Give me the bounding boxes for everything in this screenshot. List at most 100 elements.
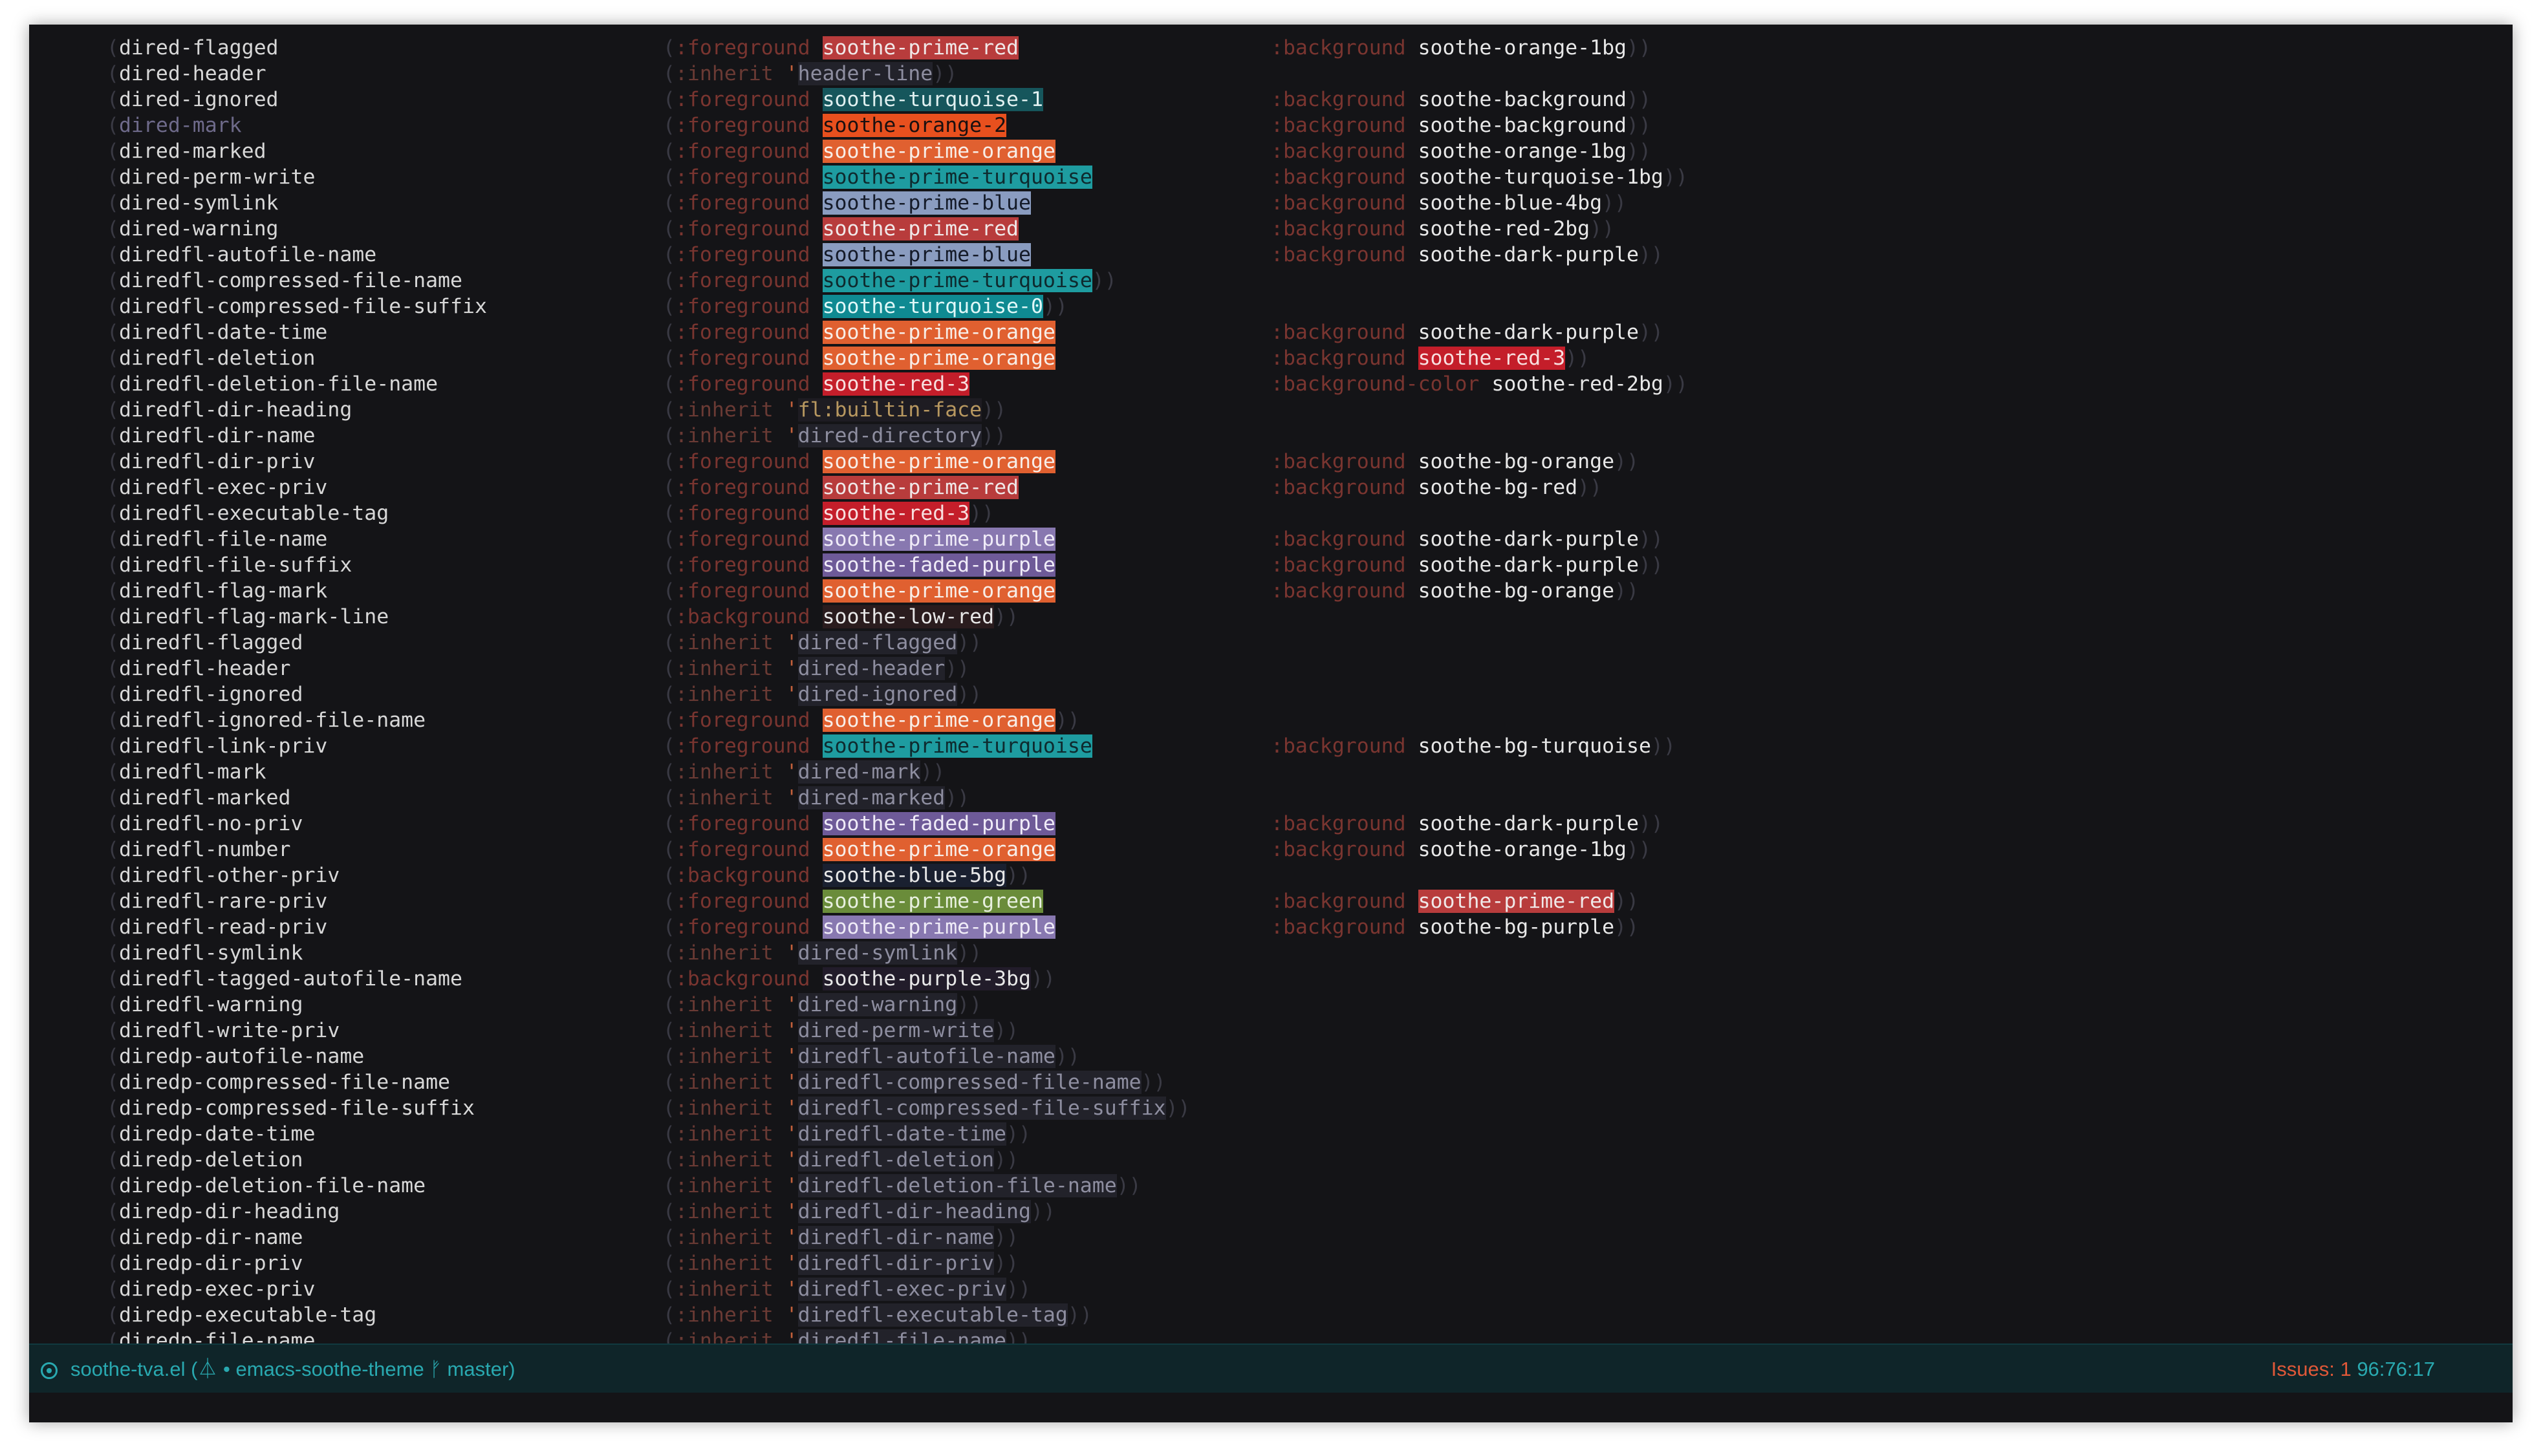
paren: )) bbox=[1055, 709, 1080, 732]
face-value: soothe-prime-orange bbox=[822, 579, 1055, 603]
paren: ( bbox=[663, 631, 675, 654]
paren: ( bbox=[663, 140, 675, 163]
paren: )) bbox=[945, 786, 970, 809]
paren: ( bbox=[663, 1200, 675, 1223]
face-keyword: :inherit bbox=[675, 1019, 774, 1042]
paren: ( bbox=[663, 553, 675, 577]
face-keyword: :foreground bbox=[675, 372, 810, 396]
paren: )) bbox=[1627, 838, 1651, 861]
paren: ( bbox=[107, 1278, 119, 1301]
face-bg-value: soothe-dark-purple bbox=[1418, 243, 1639, 266]
face-attr-cell: (:inherit 'fl:builtin-face)) bbox=[663, 397, 1006, 423]
paren: ( bbox=[663, 683, 675, 706]
face-value: soothe-prime-orange bbox=[822, 838, 1055, 861]
paren: )) bbox=[1590, 217, 1615, 241]
quote-mark: ' bbox=[785, 1278, 798, 1301]
quote-mark: ' bbox=[785, 657, 798, 680]
minibuffer[interactable] bbox=[29, 1393, 2513, 1422]
face-name-cell: (dired-warning bbox=[107, 216, 279, 242]
paren: ( bbox=[107, 243, 119, 266]
modeline-branch[interactable]: master) bbox=[442, 1358, 515, 1380]
face-name-cell: (diredp-deletion bbox=[107, 1147, 303, 1173]
quote-mark: ' bbox=[785, 631, 798, 654]
paren: ( bbox=[663, 709, 675, 732]
face-keyword: :foreground bbox=[675, 812, 810, 835]
face-value: dired-symlink bbox=[797, 941, 958, 965]
face-value: soothe-prime-turquoise bbox=[822, 734, 1092, 758]
face-bg-cell: :background soothe-bg-turquoise)) bbox=[1271, 733, 1676, 759]
face-name-cell: (diredp-executable-tag bbox=[107, 1302, 376, 1328]
modeline-issues[interactable]: Issues: 1 bbox=[2271, 1358, 2352, 1380]
face-bg-cell: :background soothe-orange-1bg)) bbox=[1271, 35, 1651, 61]
face-value: soothe-purple-3bg bbox=[822, 967, 1031, 990]
paren: ( bbox=[663, 1226, 675, 1249]
face-attr-cell: (:foreground soothe-prime-blue bbox=[663, 242, 1031, 268]
paren: ( bbox=[107, 114, 119, 137]
face-name: diredfl-deletion bbox=[118, 347, 316, 370]
face-value: soothe-red-3 bbox=[822, 372, 970, 396]
face-bg-cell: :background soothe-orange-1bg)) bbox=[1271, 138, 1651, 164]
face-name-cell: (diredfl-compressed-file-suffix bbox=[107, 294, 487, 319]
modeline-position: 96:76:17 bbox=[2351, 1358, 2435, 1380]
editor-buffer[interactable]: (dired-flagged (:foreground soothe-prime-… bbox=[29, 25, 2513, 1344]
modeline-project[interactable]: • emacs-soothe-theme bbox=[217, 1358, 429, 1380]
paren: ( bbox=[663, 1122, 675, 1146]
face-keyword: :background bbox=[1271, 890, 1406, 913]
quote-mark: ' bbox=[785, 1097, 798, 1120]
paren: ( bbox=[107, 993, 119, 1016]
face-value: dired-perm-write bbox=[797, 1019, 995, 1042]
paren: ( bbox=[663, 890, 675, 913]
paren: )) bbox=[1165, 1097, 1191, 1120]
face-value: soothe-prime-orange bbox=[822, 140, 1055, 163]
face-bg-cell: :background soothe-prime-red)) bbox=[1271, 888, 1639, 914]
paren: )) bbox=[1638, 528, 1663, 551]
face-name: diredfl-dir-priv bbox=[118, 450, 316, 473]
paren: ( bbox=[663, 372, 675, 396]
paren: )) bbox=[1602, 191, 1627, 215]
paren: )) bbox=[1092, 269, 1117, 292]
face-keyword: :inherit bbox=[675, 1200, 774, 1223]
paren: )) bbox=[945, 657, 970, 680]
face-bg-value: soothe-dark-purple bbox=[1418, 528, 1639, 551]
face-keyword: :inherit bbox=[675, 1252, 774, 1275]
face-value: diredfl-date-time bbox=[797, 1122, 1007, 1146]
face-name: dired-ignored bbox=[118, 88, 279, 111]
paren: ( bbox=[663, 579, 675, 603]
face-bg-value: soothe-dark-purple bbox=[1418, 553, 1639, 577]
face-keyword: :foreground bbox=[675, 347, 810, 370]
face-name: diredp-dir-name bbox=[118, 1226, 303, 1249]
face-keyword: :foreground bbox=[675, 114, 810, 137]
face-bg-value: soothe-bg-purple bbox=[1418, 915, 1615, 939]
face-keyword: :inherit bbox=[675, 1071, 774, 1094]
git-icon: ⏃ bbox=[197, 1358, 218, 1380]
paren: )) bbox=[1067, 1303, 1092, 1327]
face-keyword: :background bbox=[1271, 450, 1406, 473]
face-value: diredfl-autofile-name bbox=[797, 1045, 1055, 1068]
face-value: soothe-prime-turquoise bbox=[822, 166, 1092, 189]
face-bg-cell: :background soothe-dark-purple)) bbox=[1271, 811, 1663, 837]
face-attr-cell: (:inherit 'dired-symlink)) bbox=[663, 940, 982, 966]
modeline-filename[interactable]: soothe-tva.el bbox=[70, 1358, 186, 1380]
face-value: soothe-prime-green bbox=[822, 890, 1043, 913]
quote-mark: ' bbox=[785, 1148, 798, 1172]
quote-mark: ' bbox=[785, 1174, 798, 1197]
face-attr-cell: (:inherit 'diredfl-dir-name)) bbox=[663, 1225, 1019, 1250]
paren: ( bbox=[107, 1148, 119, 1172]
face-attr-cell: (:inherit 'dired-flagged)) bbox=[663, 630, 982, 656]
paren: )) bbox=[1663, 166, 1688, 189]
paren: ( bbox=[107, 709, 119, 732]
face-name: diredfl-autofile-name bbox=[118, 243, 377, 266]
face-attr-cell: (:foreground soothe-prime-red bbox=[663, 35, 1019, 61]
face-keyword: :background bbox=[1271, 812, 1406, 835]
quote-mark: ' bbox=[785, 398, 798, 422]
face-attr-cell: (:foreground soothe-red-3 bbox=[663, 371, 970, 397]
paren: ( bbox=[663, 734, 675, 758]
face-name-cell: (dired-mark bbox=[107, 112, 242, 138]
face-name-cell: (diredp-date-time bbox=[107, 1121, 315, 1147]
